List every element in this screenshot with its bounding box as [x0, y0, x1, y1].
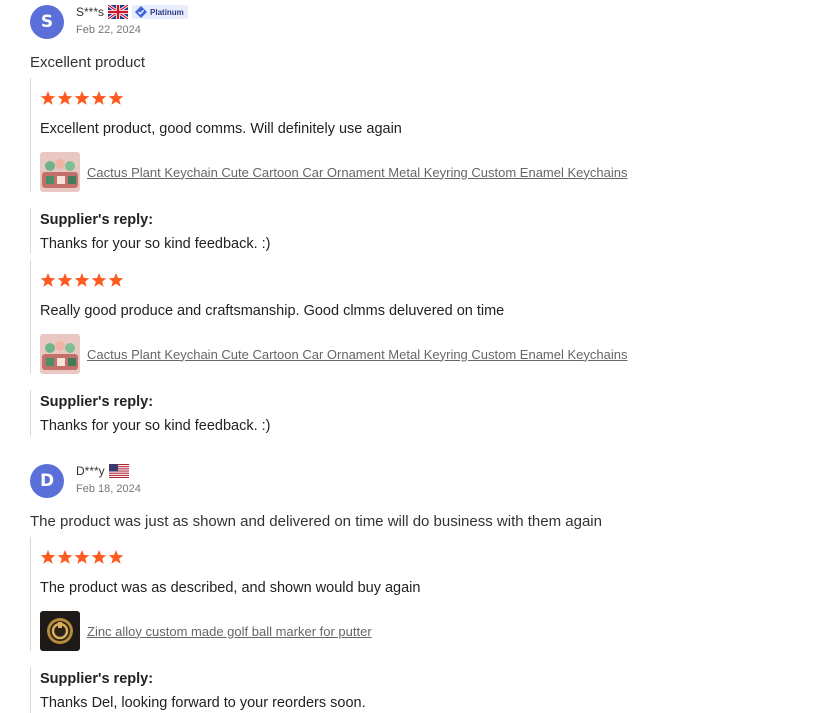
avatar: S [30, 5, 64, 39]
review-comment: Excellent product, good comms. Will defi… [40, 121, 402, 137]
reply-title: Supplier's reply: [40, 671, 154, 687]
star-rating [40, 260, 818, 288]
review-card: S S***s Platinum Feb 22, 2024 Excellent … [30, 0, 818, 436]
reply-title: Supplier's reply: [40, 212, 154, 228]
reviewer-name-row: S***s Platinum [76, 4, 188, 20]
star-icon [108, 91, 124, 105]
reviews-page: S S***s Platinum Feb 22, 2024 Excellent … [0, 0, 818, 713]
star-icon [74, 91, 90, 105]
product-row[interactable]: Zinc alloy custom made golf ball marker … [40, 611, 818, 651]
star-icon [91, 550, 107, 564]
review-date: Feb 18, 2024 [76, 483, 141, 495]
supplier-reply: Supplier's reply: Thanks for your so kin… [30, 208, 818, 254]
star-rating [40, 78, 818, 106]
reviewer-meta: S***s Platinum Feb 22, 2024 [76, 4, 188, 36]
badge-label: Platinum [150, 7, 184, 17]
supplier-reply: Supplier's reply: Thanks for your so kin… [30, 390, 818, 436]
review-comment: The product was as described, and shown … [40, 580, 421, 596]
supplier-reply: Supplier's reply: Thanks Del, looking fo… [30, 667, 818, 713]
reply-text: Thanks Del, looking forward to your reor… [40, 695, 366, 711]
product-row[interactable]: Cactus Plant Keychain Cute Cartoon Car O… [40, 334, 818, 374]
review-entries: Excellent product, good comms. Will defi… [30, 78, 818, 436]
star-icon [40, 91, 56, 105]
avatar: D [30, 464, 64, 498]
uk-flag-icon [108, 5, 129, 19]
review-entry: Excellent product, good comms. Will defi… [30, 78, 818, 192]
star-icon [57, 91, 73, 105]
review-summary: The product was just as shown and delive… [30, 513, 602, 530]
reviewer-row: S S***s Platinum Feb 22, 2024 [30, 1, 818, 45]
star-icon [74, 550, 90, 564]
product-row[interactable]: Cactus Plant Keychain Cute Cartoon Car O… [40, 152, 818, 192]
star-rating [40, 537, 818, 565]
review-date: Feb 22, 2024 [76, 24, 141, 36]
review-entries: The product was as described, and shown … [30, 537, 818, 713]
review-comment: Really good produce and craftsmanship. G… [40, 303, 505, 319]
reviewer-row: D D***y Feb 18, 2024 [30, 460, 818, 504]
review-entry: Really good produce and craftsmanship. G… [30, 260, 818, 374]
diamond-icon [135, 6, 148, 18]
platinum-badge: Platinum [132, 5, 188, 19]
reviewer-name: D***y [76, 464, 105, 478]
reviewer-meta: D***y Feb 18, 2024 [76, 463, 141, 495]
product-thumbnail[interactable] [40, 611, 80, 651]
review-card: D D***y Feb 18, 2024 The product was jus… [30, 460, 818, 713]
review-summary: Excellent product [30, 54, 146, 71]
us-flag-icon [108, 464, 129, 478]
star-icon [40, 550, 56, 564]
product-thumbnail[interactable] [40, 334, 80, 374]
reply-text: Thanks for your so kind feedback. :) [40, 418, 271, 434]
star-icon [57, 550, 73, 564]
reviewer-name-row: D***y [76, 463, 141, 479]
star-icon [91, 273, 107, 287]
product-thumbnail[interactable] [40, 152, 80, 192]
product-link[interactable]: Cactus Plant Keychain Cute Cartoon Car O… [87, 165, 627, 180]
reply-title: Supplier's reply: [40, 394, 154, 410]
reviewer-name: S***s [76, 5, 105, 19]
reply-text: Thanks for your so kind feedback. :) [40, 236, 271, 252]
star-icon [40, 273, 56, 287]
star-icon [108, 273, 124, 287]
star-icon [108, 550, 124, 564]
star-icon [74, 273, 90, 287]
product-link[interactable]: Zinc alloy custom made golf ball marker … [87, 624, 372, 639]
star-icon [91, 91, 107, 105]
product-link[interactable]: Cactus Plant Keychain Cute Cartoon Car O… [87, 347, 627, 362]
review-entry: The product was as described, and shown … [30, 537, 818, 651]
star-icon [57, 273, 73, 287]
